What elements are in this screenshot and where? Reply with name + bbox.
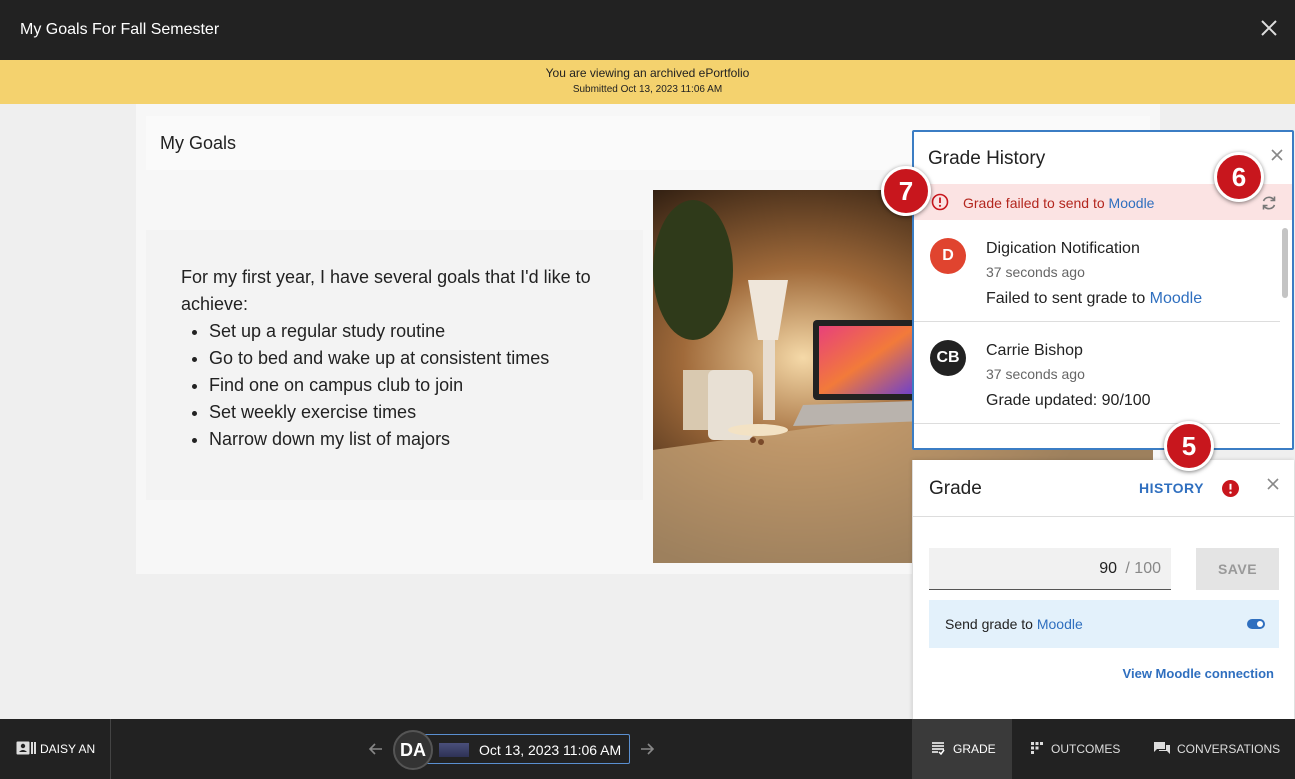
goal-item: Find one on campus club to join (209, 372, 608, 399)
tab-grade[interactable]: GRADE (912, 719, 1012, 779)
score-value: 90 (1099, 560, 1117, 577)
arrow-left-icon[interactable] (368, 741, 384, 757)
send-grade-label: Send grade to Moodle (945, 616, 1083, 632)
close-icon[interactable] (1270, 148, 1284, 162)
close-icon[interactable] (1259, 18, 1279, 38)
avatar: D (930, 238, 966, 274)
error-circle-icon (931, 193, 949, 211)
arrow-right-icon[interactable] (639, 741, 655, 757)
avatar: DA (393, 730, 433, 770)
entry-body: Grade updated: 90/100 (986, 392, 1151, 409)
moodle-link[interactable]: Moodle (1109, 195, 1155, 211)
grade-history-title: Grade History (928, 148, 1046, 169)
retry-refresh-icon[interactable] (1260, 194, 1278, 212)
toggle-knob (1257, 621, 1263, 627)
submission-selector[interactable]: Oct 13, 2023 11:06 AM (412, 734, 630, 764)
archive-banner: You are viewing an archived ePortfolio S… (0, 60, 1295, 104)
goals-text-card: For my first year, I have several goals … (146, 230, 643, 500)
goals-list: Set up a regular study routine Go to bed… (209, 318, 608, 453)
entry-body: Failed to sent grade to Moodle (986, 290, 1202, 308)
tab-outcomes[interactable]: OUTCOMES (1012, 719, 1136, 779)
goal-item: Go to bed and wake up at consistent time… (209, 345, 608, 372)
callout-marker: 7 (881, 166, 931, 216)
bottom-bar: DAISY AN Oct 13, 2023 11:06 AM DA GRADE … (0, 719, 1295, 779)
tab-label: GRADE (953, 742, 996, 756)
send-grade-toggle[interactable] (1247, 619, 1265, 629)
student-card-icon (16, 741, 36, 755)
window-title: My Goals For Fall Semester (20, 21, 220, 38)
submission-thumbnail (439, 743, 469, 757)
moodle-link[interactable]: Moodle (1037, 616, 1083, 632)
entry-author: Digication Notification (986, 240, 1140, 257)
banner-message: You are viewing an archived ePortfolio (545, 66, 750, 80)
error-message: Grade failed to send to Moodle (963, 195, 1154, 211)
goal-item: Narrow down my list of majors (209, 426, 608, 453)
entry-time: 37 seconds ago (986, 366, 1085, 382)
score-input[interactable]: 90 / 100 (929, 548, 1171, 590)
callout-marker: 6 (1214, 152, 1264, 202)
entry-author: Carrie Bishop (986, 342, 1083, 359)
view-moodle-connection-link[interactable]: View Moodle connection (1123, 666, 1274, 681)
history-scrollbar[interactable] (1282, 228, 1288, 298)
history-button[interactable]: HISTORY (1139, 480, 1204, 496)
grade-panel: Grade HISTORY 90 / 100 SAVE Send grade t… (912, 460, 1294, 719)
banner-submitted: Submitted Oct 13, 2023 11:06 AM (572, 84, 723, 95)
send-grade-text: Send grade to (945, 616, 1037, 632)
conversations-icon (1154, 742, 1170, 754)
submission-date: Oct 13, 2023 11:06 AM (479, 742, 622, 758)
history-entry: D Digication Notification 37 seconds ago… (914, 220, 1280, 322)
student-name: DAISY AN (40, 742, 96, 756)
app-window: My Goals For Fall Semester You are viewi… (0, 0, 1295, 779)
entry-body-text: Failed to sent grade to (986, 290, 1150, 307)
save-button[interactable]: SAVE (1196, 548, 1279, 590)
outcomes-grid-icon (1031, 742, 1043, 754)
alert-icon (1222, 480, 1239, 497)
history-entry: CB Carrie Bishop 37 seconds ago Grade up… (914, 322, 1280, 424)
send-grade-row: Send grade to Moodle (929, 600, 1279, 648)
tab-label: OUTCOMES (1051, 742, 1121, 756)
student-selector[interactable]: DAISY AN (0, 719, 111, 779)
grade-title: Grade (929, 478, 982, 499)
score-max: / 100 (1125, 560, 1161, 577)
top-bar: My Goals For Fall Semester (0, 0, 1295, 60)
entry-time: 37 seconds ago (986, 264, 1085, 280)
history-list: D Digication Notification 37 seconds ago… (914, 220, 1280, 448)
grade-header: Grade HISTORY (913, 460, 1294, 517)
close-icon[interactable] (1266, 477, 1280, 491)
goal-item: Set up a regular study routine (209, 318, 608, 345)
goal-item: Set weekly exercise times (209, 399, 608, 426)
avatar: CB (930, 340, 966, 376)
callout-marker: 5 (1164, 421, 1214, 471)
tab-label: CONVERSATIONS (1177, 742, 1281, 756)
grade-list-icon (932, 742, 945, 755)
moodle-link[interactable]: Moodle (1150, 290, 1202, 307)
error-message-text: Grade failed to send to (963, 195, 1109, 211)
goals-intro: For my first year, I have several goals … (181, 267, 591, 314)
tab-conversations[interactable]: CONVERSATIONS (1136, 719, 1295, 779)
